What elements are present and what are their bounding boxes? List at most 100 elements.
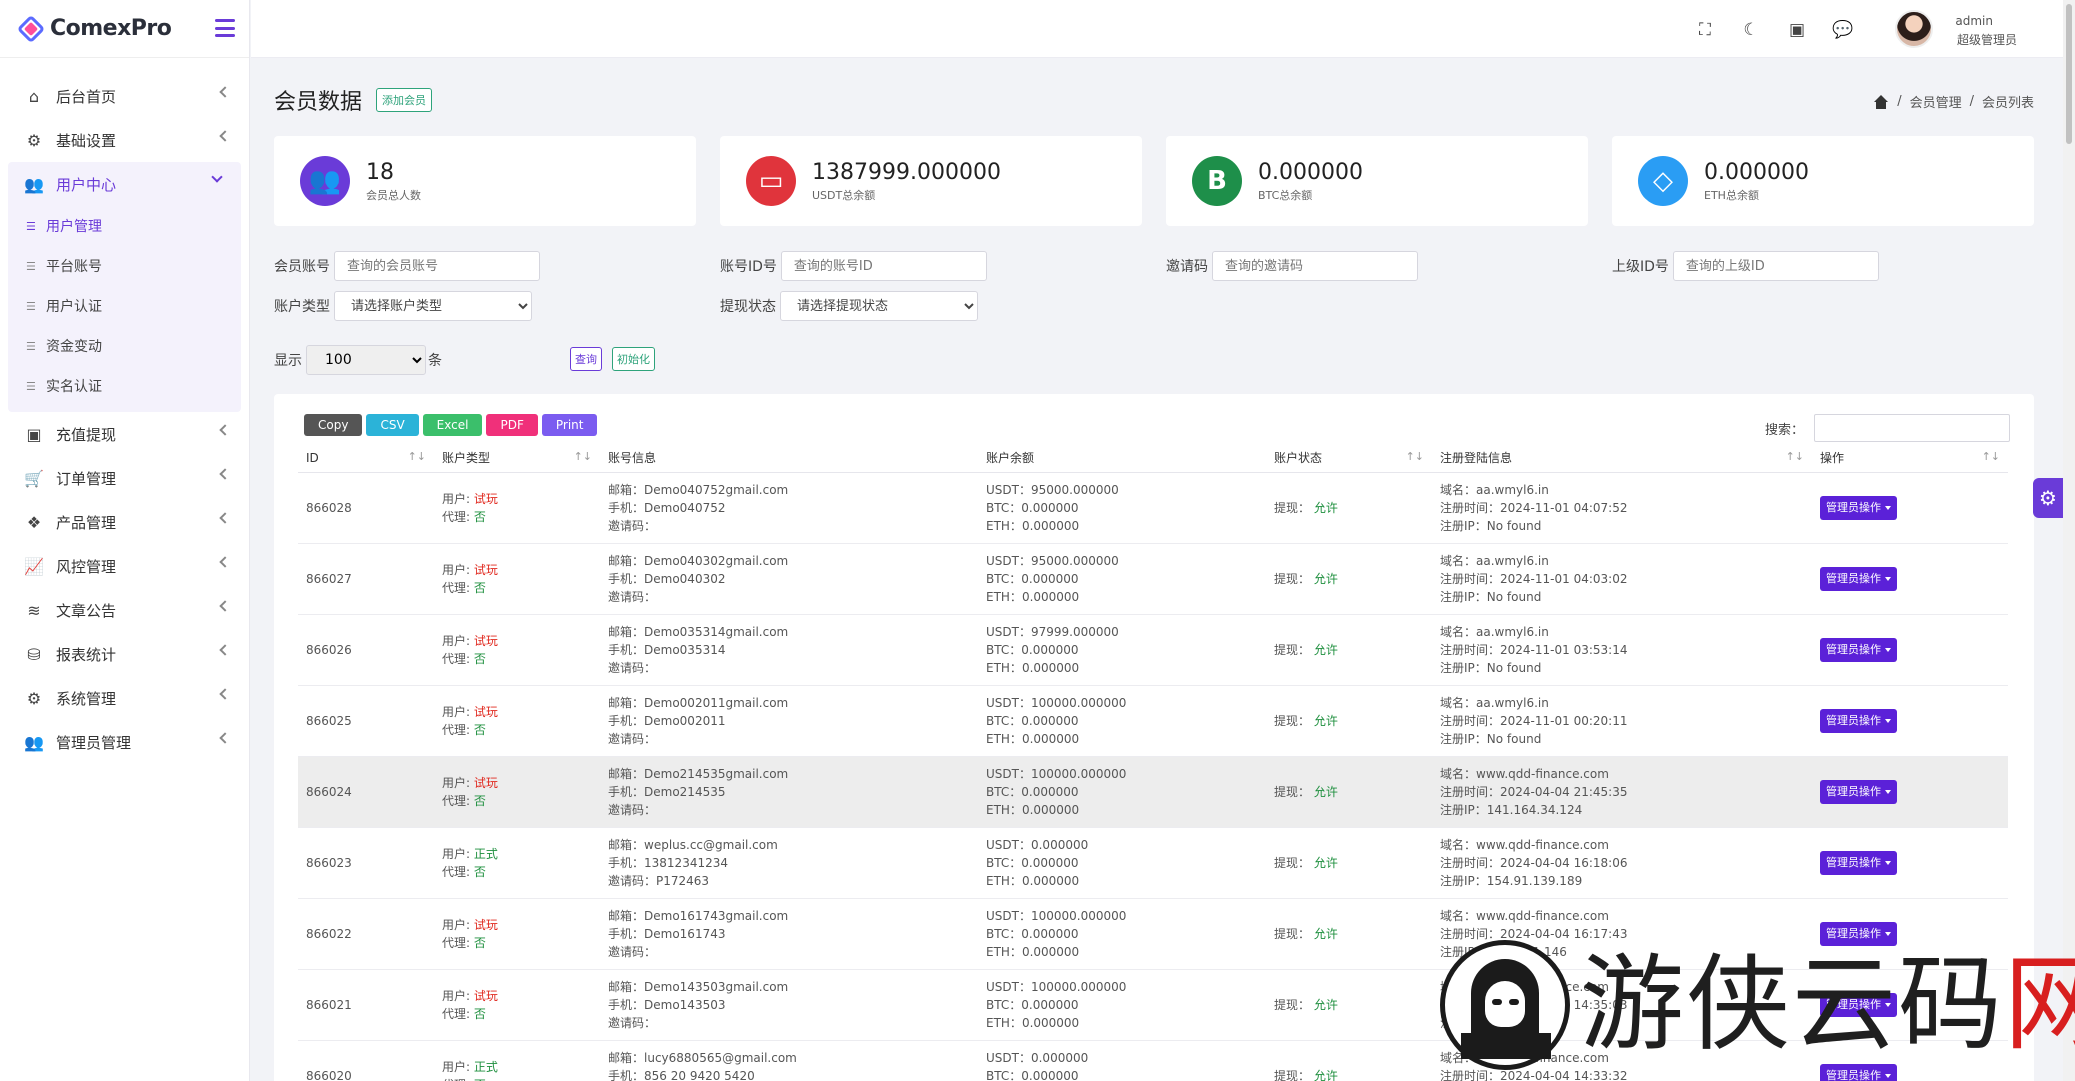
admin-action-button[interactable]: 管理员操作 (1820, 1063, 1897, 1081)
query-button[interactable]: 查询 (570, 347, 602, 371)
account-type-select[interactable]: 请选择账户类型 (334, 291, 532, 321)
col-status[interactable]: 账户状态 ↑↓ (1266, 444, 1432, 473)
table-row[interactable]: 866024 用户: 试玩 代理: 否邮箱：Demo214535gmail.com 手… (298, 756, 2008, 828)
usdt-value: 0.000000 (1030, 837, 1089, 852)
table-row[interactable]: 866026 用户: 试玩 代理: 否邮箱：Demo035314gmail.com 手… (298, 614, 2008, 686)
page-scrollbar[interactable] (2063, 0, 2075, 1081)
sidebar-subitem-user-management[interactable]: ☰ 用户管理 (8, 206, 241, 246)
cell-actions: 管理员操作 (1812, 898, 2008, 970)
admin-action-button[interactable]: 管理员操作 (1820, 850, 1897, 875)
agent-flag: 否 (473, 864, 486, 879)
col-balance: 账户余额 (978, 444, 1266, 473)
admin-action-button[interactable]: 管理员操作 (1820, 779, 1897, 804)
fullscreen-icon[interactable]: ⛶ (1695, 20, 1715, 40)
withdraw-status: 允许 (1313, 855, 1338, 870)
admin-action-button[interactable]: 管理员操作 (1820, 992, 1897, 1017)
moon-icon[interactable]: ☾ (1741, 20, 1761, 40)
table-row[interactable]: 866028 用户: 试玩 代理: 否邮箱：Demo040752gmail.com 手… (298, 472, 2008, 544)
sidebar-item-label: 系统管理 (56, 689, 117, 708)
cell-status: 提现： 允许 (1266, 827, 1432, 899)
breadcrumb-item[interactable]: 会员管理 (1910, 92, 1962, 111)
money-icon[interactable]: ▣ (1787, 20, 1807, 40)
col-id[interactable]: ID ↑↓ (298, 444, 434, 473)
account-id-input[interactable] (780, 251, 987, 281)
col-account-type[interactable]: 账户类型 ↑↓ (434, 444, 600, 473)
table-search-input[interactable] (1814, 414, 2010, 442)
field-label: 域名： (1440, 837, 1477, 852)
reset-button[interactable]: 初始化 (612, 347, 655, 371)
admin-action-button[interactable]: 管理员操作 (1820, 708, 1897, 733)
field-label: BTC： (986, 855, 1022, 870)
sidebar-item-home[interactable]: ⌂ 后台首页 (0, 74, 249, 118)
reg-ip-value: 154.91.139.189 (1486, 873, 1583, 888)
phone-value: Demo040752 (644, 500, 726, 515)
field-label: 手机： (608, 784, 645, 799)
chat-icon[interactable]: 💬 (1832, 20, 1853, 40)
cell-status: 提现： 允许 (1266, 1040, 1432, 1081)
table-row[interactable]: 866021 用户: 试玩 代理: 否邮箱：Demo143503gmail.com 手… (298, 969, 2008, 1041)
field-label: BTC： (986, 926, 1022, 941)
email-value: Demo035314gmail.com (644, 624, 789, 639)
sidebar-item-deposit-withdraw[interactable]: ▣ 充值提现 (0, 412, 249, 456)
table-row[interactable]: 866023 用户: 正式 代理: 否邮箱：weplus.cc@gmail.com 手… (298, 827, 2008, 899)
field-label: 邀请码： (608, 873, 657, 888)
field-label: 注册IP： (1440, 802, 1487, 817)
admin-action-button[interactable]: 管理员操作 (1820, 566, 1897, 591)
print-button[interactable]: Print (541, 414, 598, 436)
reg-time-value: 2024-04-04 14:35:03 (1500, 997, 1628, 1012)
domain-value: aa.wmyl6.in (1476, 624, 1549, 639)
email-value: Demo040302gmail.com (644, 553, 789, 568)
brand[interactable]: ComexPro (0, 0, 249, 58)
csv-button[interactable]: CSV (366, 414, 419, 436)
sidebar-item-user-center[interactable]: 👥 用户中心 (8, 162, 241, 206)
agent-flag: 否 (473, 651, 486, 666)
phone-value: Demo161743 (644, 926, 726, 941)
sidebar-item-orders[interactable]: 🛒 订单管理 (0, 456, 249, 500)
field-label: 提现： (1274, 500, 1314, 515)
sidebar-item-products[interactable]: ❖ 产品管理 (0, 500, 249, 544)
cell-registration: 域名：www.qdd-finance.com 注册时间：2024-04-04 21… (1432, 756, 1812, 828)
admin-action-button[interactable]: 管理员操作 (1820, 637, 1897, 662)
page-length-select[interactable]: 100 (306, 345, 426, 375)
copy-button[interactable]: Copy (304, 414, 363, 436)
reg-time-value: 2024-11-01 04:03:02 (1500, 571, 1628, 586)
scrollbar-thumb[interactable] (2066, 4, 2072, 144)
domain-value: www.qdd-finance.com (1476, 837, 1609, 852)
add-member-button[interactable]: 添加会员 (376, 88, 433, 112)
table-row[interactable]: 866020用户: 正式代理: 否邮箱：lucy6880565@gmail.co… (298, 1040, 2008, 1081)
sidebar-item-admins[interactable]: 👥 管理员管理 (0, 720, 249, 764)
sidebar-item-system[interactable]: ⚙ 系统管理 (0, 676, 249, 720)
admin-action-button[interactable]: 管理员操作 (1820, 495, 1897, 520)
invite-code-input[interactable] (1212, 251, 1418, 281)
sidebar-item-risk-control[interactable]: 📈 风控管理 (0, 544, 249, 588)
sidebar-subitem-platform-accounts[interactable]: ☰ 平台账号 (8, 246, 241, 286)
parent-id-input[interactable] (1672, 251, 1879, 281)
sidebar-subitem-user-verification[interactable]: ☰ 用户认证 (8, 286, 241, 326)
col-actions[interactable]: 操作 ↑↓ (1812, 444, 2008, 473)
settings-gear-icon[interactable]: ⚙ (2033, 478, 2063, 518)
field-label: ETH： (986, 802, 1022, 817)
sidebar-subitem-fund-changes[interactable]: ☰ 资金变动 (8, 326, 241, 366)
sidebar-item-articles[interactable]: ≋ 文章公告 (0, 588, 249, 632)
menu-toggle-icon[interactable] (215, 19, 235, 37)
table-row[interactable]: 866027 用户: 试玩 代理: 否邮箱：Demo040302gmail.com 手… (298, 543, 2008, 615)
admin-action-button[interactable]: 管理员操作 (1820, 921, 1897, 946)
table-row[interactable]: 866022 用户: 试玩 代理: 否邮箱：Demo161743gmail.com 手… (298, 898, 2008, 970)
user-type: 试玩 (473, 633, 498, 648)
sidebar-item-basic-settings[interactable]: ⚙ 基础设置 (0, 118, 249, 162)
sidebar-item-label: 用户中心 (56, 175, 117, 194)
withdraw-status-select[interactable]: 请选择提现状态 (780, 291, 978, 321)
home-icon[interactable] (1873, 94, 1889, 109)
col-registration[interactable]: 注册登陆信息 ↑↓ (1432, 444, 1812, 473)
email-value: Demo143503gmail.com (644, 979, 789, 994)
account-input[interactable] (334, 251, 540, 281)
sidebar-subitem-real-name[interactable]: ☰ 实名认证 (8, 366, 241, 406)
excel-button[interactable]: Excel (422, 414, 483, 436)
avatar[interactable] (1895, 10, 1933, 48)
user-name[interactable]: admin (1955, 14, 1993, 28)
sidebar-item-reports[interactable]: ⛁ 报表统计 (0, 632, 249, 676)
cell-account-type: 用户: 试玩 代理: 否 (434, 543, 600, 615)
table-row[interactable]: 866025 用户: 试玩 代理: 否邮箱：Demo002011gmail.com 手… (298, 685, 2008, 757)
usdt-value: 100000.000000 (1030, 979, 1127, 994)
pdf-button[interactable]: PDF (486, 414, 538, 436)
